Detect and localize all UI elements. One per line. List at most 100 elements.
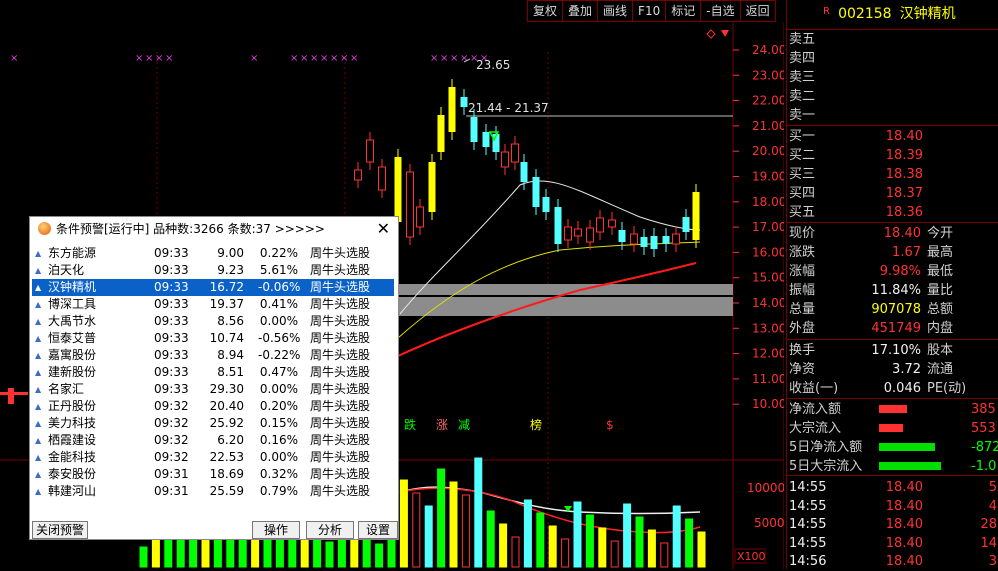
alert-time: 09:33 xyxy=(154,246,189,260)
alert-price: 8.51 xyxy=(217,365,244,379)
quote-label: 外盘 xyxy=(789,321,816,336)
quote-value: 451749 xyxy=(871,321,921,336)
alert-stock-name: 大禹节水 xyxy=(48,314,97,328)
volume-bar xyxy=(685,518,694,568)
alert-row[interactable]: ▲ 恒泰艾普 09:33 10.74 -0.56% 周牛头选股 xyxy=(32,330,394,347)
volume-bar xyxy=(548,525,557,568)
flow-label: 5日大宗流入 xyxy=(789,459,863,474)
buy-level-price: 18.38 xyxy=(885,167,923,182)
buy-level-label: 买一 xyxy=(789,129,816,144)
alert-time: 09:32 xyxy=(154,433,189,447)
alert-row[interactable]: ▲ 东方能源 09:33 9.00 0.22% 周牛头选股 xyxy=(32,245,394,262)
triangle-up-icon: ▲ xyxy=(35,283,42,292)
close-icon[interactable]: ✕ xyxy=(377,217,390,241)
price-tick-label: 21.00 xyxy=(752,119,784,133)
alert-condition: 周牛头选股 xyxy=(310,399,371,413)
toolbar-fuquan-button[interactable]: 复权 xyxy=(527,0,564,22)
toolbar-mark-button[interactable]: 标记 xyxy=(665,0,702,22)
alert-change: 0.41% xyxy=(259,297,298,311)
stock-code: 002158 xyxy=(838,6,892,22)
alert-row[interactable]: ▲ 正丹股份 09:32 20.40 0.20% 周牛头选股 xyxy=(32,398,394,415)
close-alert-button[interactable]: 关闭预警 xyxy=(32,521,88,539)
volume-bar xyxy=(672,505,681,568)
alert-row[interactable]: ▲ 建新股份 09:33 8.51 0.47% 周牛头选股 xyxy=(32,364,394,381)
alert-time: 09:33 xyxy=(154,263,189,277)
alert-time: 09:33 xyxy=(154,365,189,379)
alert-stock-name: 正丹股份 xyxy=(48,399,97,413)
alert-row[interactable]: ▲ 大禹节水 09:33 8.56 0.00% 周牛头选股 xyxy=(32,313,394,330)
chevron-down-icon[interactable] xyxy=(721,30,729,37)
candle-body xyxy=(596,217,604,233)
tick-price: 18.40 xyxy=(885,498,923,514)
triangle-up-icon: ▲ xyxy=(35,470,42,479)
alert-row[interactable]: ▲ 名家汇 09:33 29.30 0.00% 周牛头选股 xyxy=(32,381,394,398)
alert-price: 29.30 xyxy=(209,382,244,396)
volume-bar xyxy=(697,531,706,568)
signal-x-marker: × xyxy=(340,53,348,64)
alert-row[interactable]: ▲ 栖霞建设 09:32 6.20 0.16% 周牛头选股 xyxy=(32,432,394,449)
toolbar-draw-button[interactable]: 画线 xyxy=(597,0,634,22)
triangle-up-icon: ▲ xyxy=(35,266,42,275)
candle-body xyxy=(564,226,572,241)
alert-change: 0.16% xyxy=(259,433,298,447)
toolbar-back-button[interactable]: 返回 xyxy=(739,0,776,22)
toolbar-watchlist-button[interactable]: -自选 xyxy=(700,0,741,22)
alert-row[interactable]: ▲ 韩建河山 09:31 25.59 0.79% 周牛头选股 xyxy=(32,483,394,500)
volume-bar xyxy=(523,499,532,568)
operate-button[interactable]: 操作 xyxy=(252,521,300,539)
quote-panel: R 002158 汉钟精机 卖五 卖四 卖三 卖二 卖一 买一 18.40 买二 18.39 买… xyxy=(786,0,998,569)
alert-row[interactable]: ▲ 泊天化 09:33 9.23 5.61% 周牛头选股 xyxy=(32,262,394,279)
candle-body xyxy=(640,237,648,247)
alert-condition: 周牛头选股 xyxy=(310,331,371,345)
quote-label-secondary: 最高 xyxy=(927,245,954,260)
volume-bar xyxy=(573,501,582,568)
candle-body xyxy=(416,206,424,228)
volume-bar xyxy=(486,510,495,568)
tick-volume: 5 xyxy=(988,480,997,495)
condition-alert-dialog: 条件预警[运行中] 品种数:3266 条数:37 >>>>> ✕ ▲ 东方能源 09… xyxy=(29,216,399,540)
volume-bar xyxy=(275,539,284,568)
alert-row[interactable]: ▲ 泰安股份 09:31 18.69 0.32% 周牛头选股 xyxy=(32,466,394,483)
finance-label-secondary: PE(动) xyxy=(927,381,967,396)
alert-condition: 周牛头选股 xyxy=(310,348,371,362)
candle-body xyxy=(394,157,402,222)
candle-body xyxy=(448,87,456,132)
buy-level-label: 买三 xyxy=(789,167,816,182)
candle-body xyxy=(511,143,519,163)
analyze-button[interactable]: 分析 xyxy=(306,521,354,539)
diamond-icon[interactable] xyxy=(706,29,716,39)
alert-stock-name: 汉钟精机 xyxy=(48,280,97,294)
quote-label-secondary: 量比 xyxy=(927,283,954,298)
alert-stock-name: 名家汇 xyxy=(48,382,85,396)
toolbar-overlay-button[interactable]: 叠加 xyxy=(562,0,599,22)
alert-row[interactable]: ▲ 汉钟精机 09:33 16.72 -0.06% 周牛头选股 xyxy=(32,279,394,296)
alert-condition: 周牛头选股 xyxy=(310,484,371,498)
signal-x-marker: × xyxy=(145,53,153,64)
alert-change: 0.15% xyxy=(259,416,298,430)
alert-list[interactable]: ▲ 东方能源 09:33 9.00 0.22% 周牛头选股 ▲ 泊天化 09:33 9.23 5.6… xyxy=(32,245,394,517)
finance-label: 换手 xyxy=(789,343,816,358)
alert-change: 0.47% xyxy=(259,365,298,379)
triangle-up-icon: ▲ xyxy=(35,334,42,343)
tick-time: 14:55 xyxy=(789,535,827,551)
alert-price: 9.23 xyxy=(217,263,244,277)
triangle-up-icon: ▲ xyxy=(35,436,42,445)
price-tick-label: 16.00 xyxy=(752,245,784,259)
dialog-titlebar[interactable]: 条件预警[运行中] 品种数:3266 条数:37 >>>>> ✕ xyxy=(30,217,398,241)
alert-row[interactable]: ▲ 金能科技 09:32 22.53 0.00% 周牛头选股 xyxy=(32,449,394,466)
signal-x-marker: × xyxy=(310,53,318,64)
signal-x-marker: × xyxy=(430,53,438,64)
finance-value: 0.046 xyxy=(883,381,921,396)
signal-x-marker: × xyxy=(290,53,298,64)
toolbar-f10-button[interactable]: F10 xyxy=(632,0,667,22)
quote-label: 振幅 xyxy=(789,283,816,298)
settings-button[interactable]: 设置 xyxy=(358,521,398,539)
alert-row[interactable]: ▲ 嘉寓股份 09:33 8.94 -0.22% 周牛头选股 xyxy=(32,347,394,364)
alert-change: 0.32% xyxy=(259,467,298,481)
vol-unit-label: X100 xyxy=(737,550,766,563)
signal-marker-row: × × × × × × × × × × × × × × × × × × × xyxy=(10,53,488,64)
quote-label-secondary: 内盘 xyxy=(927,321,954,336)
alert-row[interactable]: ▲ 博深工具 09:33 19.37 0.41% 周牛头选股 xyxy=(32,296,394,313)
alert-row[interactable]: ▲ 美力科技 09:32 25.92 0.15% 周牛头选股 xyxy=(32,415,394,432)
dialog-title: 条件预警[运行中] 品种数:3266 条数:37 >>>>> xyxy=(56,222,325,236)
